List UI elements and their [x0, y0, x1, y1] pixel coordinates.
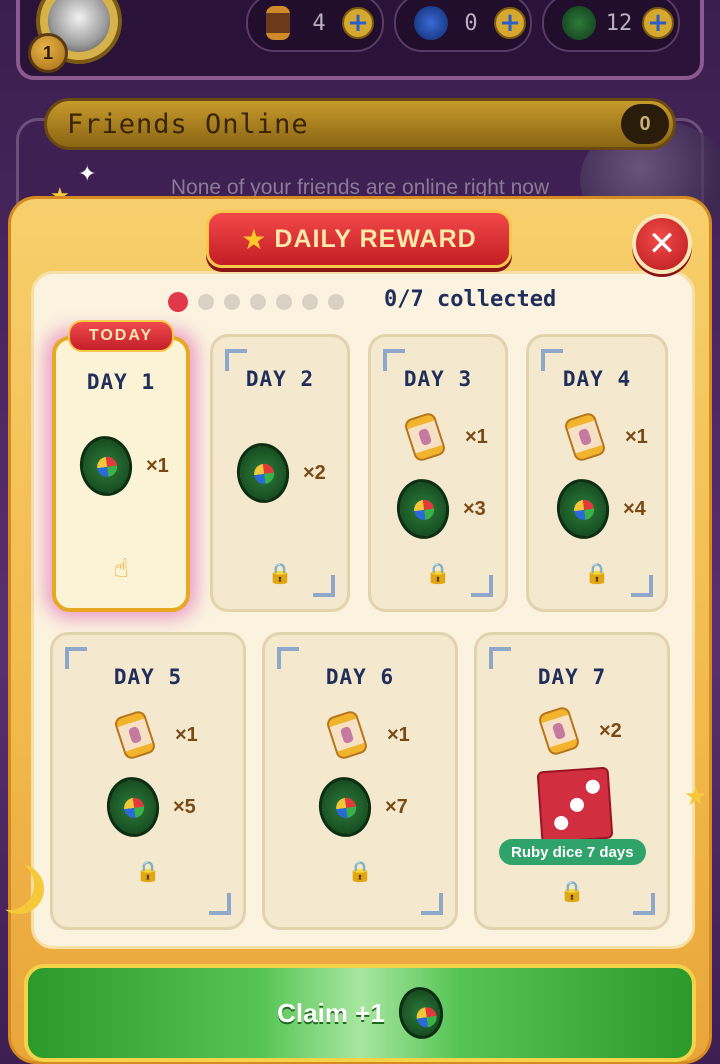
reward-qty: ×1	[465, 425, 488, 448]
today-tag: TODAY	[68, 320, 174, 352]
dice-pip	[569, 797, 585, 813]
currency-hourglass: 4 +	[246, 0, 384, 52]
green-token-icon	[393, 475, 453, 543]
dice-pip	[553, 815, 569, 831]
reward-qty: ×1	[175, 723, 198, 746]
streak-dot	[198, 294, 214, 310]
corner-bracket-icon	[209, 893, 231, 915]
day-label: DAY 7	[537, 665, 607, 689]
hourglass-icon	[324, 709, 370, 761]
friends-online-bar: Friends Online 0	[44, 98, 676, 150]
reward-item: ×1	[562, 411, 648, 463]
currency-token: 12 +	[542, 0, 680, 52]
green-token-icon	[553, 475, 613, 543]
day-card-6[interactable]: DAY 6 ×1 ×7 🔒	[262, 632, 458, 930]
progress-text: 0/7 collected	[384, 287, 557, 312]
reward-item: ×1	[76, 432, 169, 500]
lock-icon: 🔒	[135, 859, 161, 883]
reward-item: ×2	[536, 705, 622, 757]
streak-dot	[224, 294, 240, 310]
reward-item: ×1	[324, 709, 410, 761]
reward-qty: ×4	[623, 497, 646, 520]
currency-value: 0	[464, 10, 478, 36]
day-label: DAY 2	[245, 367, 315, 391]
day-label: DAY 5	[113, 665, 183, 689]
streak-dot	[250, 294, 266, 310]
reward-qty: ×1	[625, 425, 648, 448]
day-card-1[interactable]: DAY 1 ×1 ☝	[52, 336, 190, 612]
star-icon: ★	[684, 782, 708, 812]
reward-item: ×3	[393, 475, 486, 543]
lock-icon: 🔒	[559, 879, 585, 903]
reward-qty: ×2	[599, 719, 622, 742]
lock-icon: 🔒	[347, 859, 373, 883]
green-token-icon	[395, 984, 447, 1042]
close-button[interactable]: ✕	[632, 214, 692, 274]
hourglass-icon	[112, 709, 158, 761]
reward-qty: ×7	[385, 795, 408, 818]
day-card-3[interactable]: DAY 3 ×1 ×3 🔒	[368, 334, 508, 612]
day-card-5[interactable]: DAY 5 ×1 ×5 🔒	[50, 632, 246, 930]
hourglass-icon	[536, 705, 582, 757]
dice-pip	[585, 779, 601, 795]
streak-dots	[168, 290, 344, 314]
lock-icon: 🔒	[267, 561, 293, 585]
lock-icon: 🔒	[584, 561, 610, 585]
green-token-icon	[315, 773, 375, 841]
streak-dot	[302, 294, 318, 310]
day-label: DAY 1	[86, 370, 156, 394]
currency-value: 12	[605, 10, 633, 36]
hourglass-icon	[402, 411, 448, 463]
reward-qty: ×1	[146, 454, 169, 477]
ruby-dice-icon	[536, 766, 614, 844]
sparkle-icon: ✦	[78, 162, 97, 187]
claim-label: Claim +1	[277, 997, 385, 1028]
add-gem-button[interactable]: +	[494, 7, 526, 39]
reward-item: ×5	[103, 773, 196, 841]
reward-qty: ×1	[387, 723, 410, 746]
reward-qty: ×3	[463, 497, 486, 520]
corner-bracket-icon	[421, 893, 443, 915]
friends-title: Friends Online	[67, 108, 309, 140]
day-label: DAY 3	[403, 367, 473, 391]
add-hourglass-button[interactable]: +	[342, 7, 374, 39]
friends-count: 0	[621, 104, 669, 144]
streak-dot	[168, 292, 188, 312]
tap-hand-icon: ☝	[113, 554, 129, 584]
add-token-button[interactable]: +	[642, 7, 674, 39]
reward-item: ×1	[112, 709, 198, 761]
daily-reward-title-banner: ★ DAILY REWARD	[206, 210, 512, 268]
day-card-4[interactable]: DAY 4 ×1 ×4 🔒	[526, 334, 668, 612]
bonus-label: Ruby dice 7 days	[499, 839, 646, 865]
day-label: DAY 4	[562, 367, 632, 391]
reward-item: ×7	[315, 773, 408, 841]
green-token-icon	[76, 432, 136, 500]
hourglass-icon	[266, 6, 290, 40]
streak-dot	[276, 294, 292, 310]
reward-item: ×4	[553, 475, 646, 543]
green-token-icon	[562, 6, 596, 40]
currency-value: 4	[312, 10, 326, 36]
streak-dot	[328, 294, 344, 310]
green-token-icon	[233, 439, 293, 507]
day-card-2[interactable]: DAY 2 ×2 🔒	[210, 334, 350, 612]
level-badge: 1	[28, 33, 68, 73]
blue-gem-icon	[414, 6, 448, 40]
modal-title: DAILY REWARD	[274, 224, 477, 253]
currency-gem: 0 +	[394, 0, 532, 52]
day-label: DAY 6	[325, 665, 395, 689]
star-icon: ★	[241, 222, 267, 256]
claim-button[interactable]: Claim +1	[24, 964, 696, 1062]
day-card-7[interactable]: DAY 7 ×2 Ruby dice 7 days 🔒	[474, 632, 670, 930]
hourglass-icon	[562, 411, 608, 463]
lock-icon: 🔒	[425, 561, 451, 585]
green-token-icon	[103, 773, 163, 841]
reward-item: ×2	[233, 439, 326, 507]
reward-qty: ×2	[303, 461, 326, 484]
close-icon: ✕	[647, 224, 677, 264]
reward-item: ×1	[402, 411, 488, 463]
reward-qty: ×5	[173, 795, 196, 818]
